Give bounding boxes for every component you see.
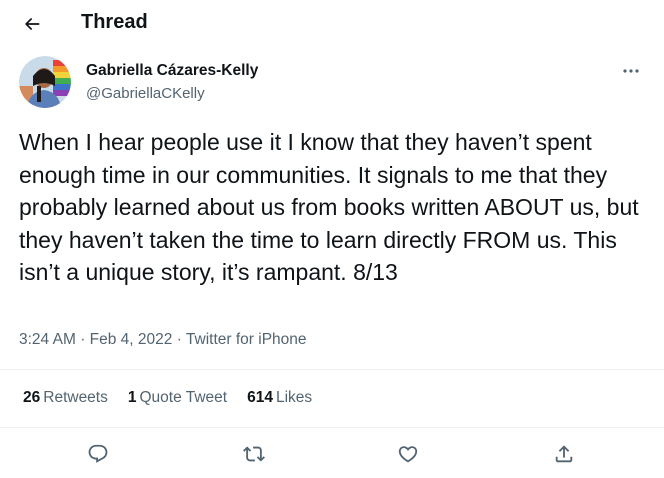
tweet-time[interactable]: 3:24 AM <box>19 331 76 348</box>
tweet-text: When I hear people use it I know that th… <box>19 129 639 285</box>
meta-separator: · <box>80 331 86 348</box>
likes-count: 614 <box>247 389 273 406</box>
reply-icon[interactable] <box>85 441 111 467</box>
quotes-stat[interactable]: 1 Quote Tweet <box>128 389 227 407</box>
tweet-date[interactable]: Feb 4, 2022 <box>90 331 173 348</box>
meta-separator: · <box>176 331 182 348</box>
tweet-stats: 26 Retweets 1 Quote Tweet 614 Likes <box>23 389 332 407</box>
author-handle[interactable]: @GabriellaCKelly <box>86 85 205 102</box>
heart-icon[interactable] <box>395 441 421 467</box>
retweets-stat[interactable]: 26 Retweets <box>23 389 108 407</box>
retweets-count: 26 <box>23 389 41 406</box>
arrow-left-icon[interactable] <box>20 12 44 36</box>
avatar[interactable] <box>19 56 71 108</box>
tweet-thread-page: Thread Gabriella Cázares-Kelly @Gabriell… <box>0 0 664 478</box>
divider <box>0 427 664 428</box>
retweet-icon[interactable] <box>241 441 267 467</box>
quotes-label: Quote Tweet <box>139 389 228 406</box>
page-title: Thread <box>81 11 148 33</box>
quotes-count: 1 <box>127 389 137 406</box>
tweet-source[interactable]: Twitter for iPhone <box>186 331 307 348</box>
likes-label: Likes <box>275 389 313 406</box>
divider <box>0 369 664 370</box>
tweet-meta: 3:24 AM · Feb 4, 2022 · Twitter for iPho… <box>19 331 307 349</box>
more-options-icon[interactable] <box>618 60 644 82</box>
retweets-label: Retweets <box>43 389 108 406</box>
thread-header: Thread <box>0 0 664 48</box>
likes-stat[interactable]: 614 Likes <box>247 389 312 407</box>
author-display-name[interactable]: Gabriella Cázares-Kelly <box>86 62 258 80</box>
share-icon[interactable] <box>551 441 577 467</box>
